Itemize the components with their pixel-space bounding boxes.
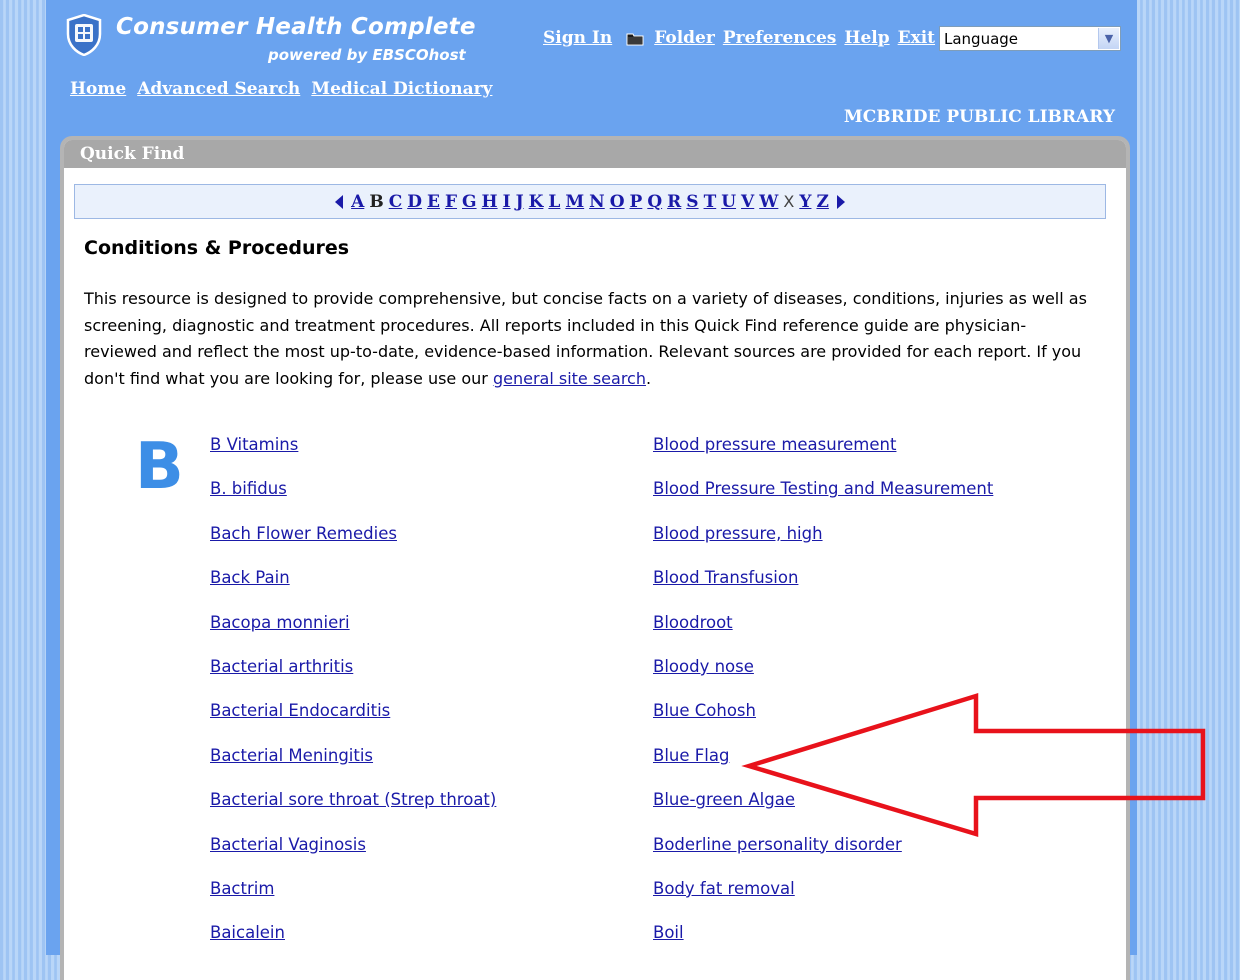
letter-w-link[interactable]: W [759, 192, 778, 212]
letter-j-link[interactable]: J [516, 192, 524, 212]
general-site-search-link[interactable]: general site search [493, 369, 646, 388]
entry-link[interactable]: Blue Flag [653, 746, 993, 790]
letter-m-link[interactable]: M [565, 192, 584, 212]
entry-link[interactable]: Blood pressure, high [653, 524, 993, 568]
letter-x-link: X [783, 192, 795, 211]
letter-n-link[interactable]: N [589, 192, 605, 212]
entry-link[interactable]: Bacterial sore throat (Strep throat) [210, 790, 496, 834]
main-nav: Home Advanced Search Medical Dictionary [70, 79, 492, 99]
letter-u-link[interactable]: U [721, 192, 736, 212]
letter-y-link[interactable]: Y [799, 192, 811, 212]
letter-d-link[interactable]: D [407, 192, 422, 212]
sign-in-link[interactable]: Sign In [543, 28, 612, 48]
entry-link[interactable]: Blue-green Algae [653, 790, 993, 834]
entries-left-column: B Vitamins B. bifidus Bach Flower Remedies… [210, 435, 496, 968]
entry-link[interactable]: Bloody nose [653, 657, 993, 701]
section-title: Conditions & Procedures [84, 237, 350, 259]
entry-link[interactable]: Boil [653, 923, 993, 967]
letter-s-link[interactable]: S [686, 192, 698, 212]
folder-link[interactable]: Folder [654, 28, 715, 48]
brand-subtitle: powered by EBSCOhost [268, 46, 466, 64]
shield-logo-icon [66, 14, 102, 56]
page-frame: Consumer Health Complete powered by EBSC… [46, 0, 1137, 980]
entry-link[interactable]: Bacterial Vaginosis [210, 835, 496, 879]
letter-t-link[interactable]: T [704, 192, 717, 212]
panel-title: Quick Find [64, 140, 1126, 168]
advanced-search-link[interactable]: Advanced Search [137, 79, 300, 99]
entry-link[interactable]: B Vitamins [210, 435, 496, 479]
entry-link[interactable]: Back Pain [210, 568, 496, 612]
intro-paragraph: This resource is designed to provide com… [84, 286, 1099, 392]
language-select-value: Language [944, 29, 1019, 48]
entry-link[interactable]: Bacterial arthritis [210, 657, 496, 701]
folder-icon[interactable] [626, 31, 644, 46]
entry-link[interactable]: Baicalein [210, 923, 496, 967]
letter-l-link[interactable]: L [548, 192, 560, 212]
letter-f-link[interactable]: F [445, 192, 457, 212]
letter-r-link[interactable]: R [667, 192, 681, 212]
entry-link[interactable]: Blood Transfusion [653, 568, 993, 612]
entry-link[interactable]: Bloodroot [653, 613, 993, 657]
letter-c-link[interactable]: C [389, 192, 403, 212]
entry-link[interactable]: Bactrim [210, 879, 496, 923]
quick-find-panel: Quick Find ABCDEFGHIJKLMNOPQRSTUVWXYZ Co… [60, 136, 1130, 980]
alphabet-nav: ABCDEFGHIJKLMNOPQRSTUVWXYZ [74, 184, 1106, 219]
entry-link[interactable]: Bach Flower Remedies [210, 524, 496, 568]
entry-link[interactable]: Blood pressure measurement [653, 435, 993, 479]
top-toolbar: Sign In Folder Preferences Help Exit [543, 28, 935, 48]
letter-e-link[interactable]: E [427, 192, 440, 212]
brand-title: Consumer Health Complete [116, 14, 476, 40]
letter-i-link[interactable]: I [503, 192, 511, 212]
letter-a-link[interactable]: A [351, 192, 364, 212]
letter-p-link[interactable]: P [630, 192, 643, 212]
letter-z-link[interactable]: Z [816, 192, 828, 212]
intro-end: . [645, 368, 652, 388]
letter-b-link: B [369, 191, 384, 212]
entry-link[interactable]: Boderline personality disorder [653, 835, 993, 879]
entry-link[interactable]: Blood Pressure Testing and Measurement [653, 479, 993, 523]
letter-q-link[interactable]: Q [647, 192, 662, 212]
letter-v-link[interactable]: V [741, 192, 754, 212]
previous-letter-icon[interactable] [335, 194, 344, 209]
entry-link[interactable]: Bacopa monnieri [210, 613, 496, 657]
entries-right-column: Blood pressure measurement Blood Pressure… [653, 435, 993, 968]
letter-o-link[interactable]: O [610, 192, 625, 212]
letter-g-link[interactable]: G [462, 192, 477, 212]
chevron-down-icon[interactable]: ▼ [1098, 28, 1119, 49]
entry-link[interactable]: Bacterial Endocarditis [210, 701, 496, 745]
next-letter-icon[interactable] [836, 194, 845, 209]
library-name: MCBRIDE PUBLIC LIBRARY [843, 107, 1115, 127]
entry-link[interactable]: Body fat removal [653, 879, 993, 923]
home-link[interactable]: Home [70, 79, 126, 99]
letter-heading: B [135, 430, 184, 504]
letter-k-link[interactable]: K [529, 192, 544, 212]
medical-dictionary-link[interactable]: Medical Dictionary [311, 79, 492, 99]
exit-link[interactable]: Exit [898, 28, 935, 48]
help-link[interactable]: Help [844, 28, 889, 48]
letter-h-link[interactable]: H [482, 192, 498, 212]
language-select[interactable]: Language ▼ [939, 26, 1121, 51]
entry-link[interactable]: Blue Cohosh [653, 701, 993, 745]
preferences-link[interactable]: Preferences [723, 28, 837, 48]
entry-link[interactable]: B. bifidus [210, 479, 496, 523]
entry-link[interactable]: Bacterial Meningitis [210, 746, 496, 790]
